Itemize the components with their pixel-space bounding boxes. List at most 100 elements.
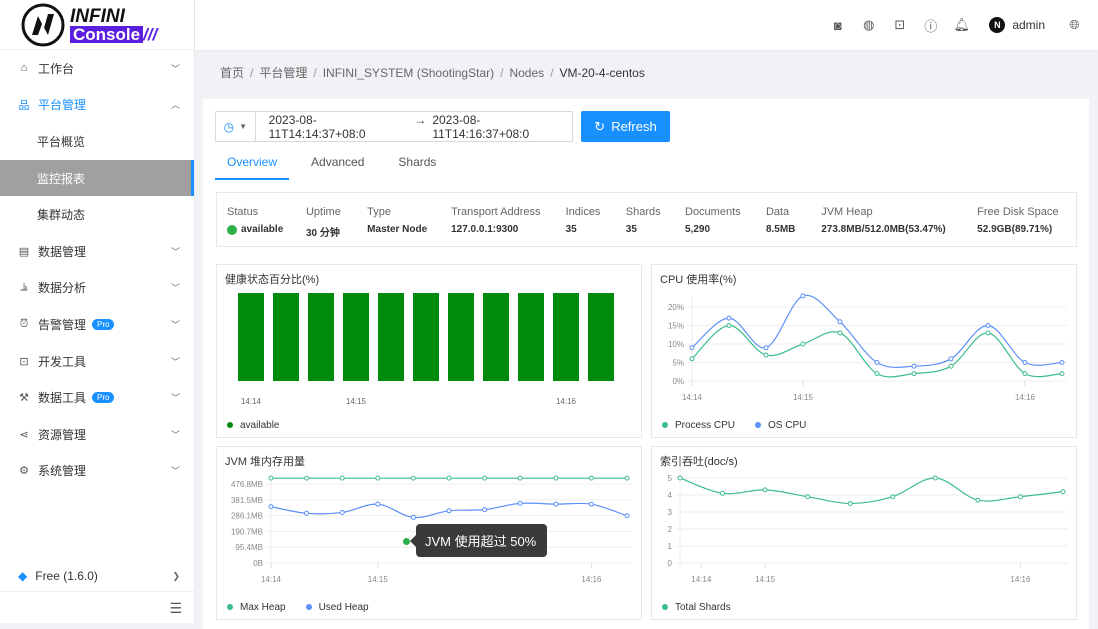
bar [483,293,509,381]
legend-item[interactable]: Max Heap [227,602,286,613]
legend-item[interactable]: Process CPU [662,420,735,431]
breadcrumb-item[interactable]: 平台管理 [259,66,307,80]
sidebar-item[interactable]: ⌂ 工作台 ﹀ [0,50,194,87]
quick-select-button[interactable]: ◷ ▼ [216,112,256,141]
sidebar-item[interactable]: ⚒ 数据工具 Pro ﹀ [0,379,194,416]
sidebar-item[interactable]: ⊡ 开发工具 ﹀ [0,343,194,380]
start-time[interactable]: 2023-08-11T14:14:37+08:0 [269,113,409,141]
stat-item: Transport Address 127.0.0.1:9300 [451,206,566,246]
data-point [410,514,416,520]
version-item[interactable]: ◆ Free (1.6.0) ❯ [0,565,194,587]
terminal-icon[interactable]: ⊡ [884,17,915,33]
tab-shards[interactable]: Shards [386,151,448,180]
username: admin [1012,18,1045,32]
data-point [837,319,843,325]
x-tick-label: 14:15 [793,393,814,402]
refresh-button[interactable]: ↻ Refresh [581,111,670,142]
collapse-menu-icon[interactable]: ☰ [169,600,182,617]
breadcrumb-item[interactable]: INFINI_SYSTEM (ShootingStar) [323,66,494,80]
legend: Process CPU OS CPU [662,420,806,431]
y-tick-label: 381.5MB [231,496,263,505]
chevron-down-icon: ﹀ [170,283,180,294]
github-icon[interactable]: ◍ [853,17,884,33]
data-point [588,475,594,481]
bar [518,293,544,381]
bell-icon[interactable]: 🔔︎ [946,17,977,33]
stat-item: Data 8.5MB [766,206,821,246]
sidebar-item[interactable]: ▤ 数据管理 ﹀ [0,233,194,270]
logo[interactable]: INFINI Console/// [0,0,194,50]
bar [588,293,614,381]
series-line [679,477,1064,505]
x-tick-label: 14:14 [691,575,712,584]
x-tick-label: 14:16 [581,575,602,584]
stat-value: 35 [625,224,637,235]
divider [0,591,194,592]
data-point [911,371,917,377]
data-point [517,500,523,506]
y-tick-label: 1 [668,542,673,551]
legend: available [227,420,279,431]
logo-text-infini: INFINI [70,5,125,27]
stat-label: Data [765,206,790,218]
series-line [691,294,1063,368]
sidebar: INFINI Console/// ⌂ 工作台 ﹀ 品平台管理 ︿ 平台概览监控报表 集群动… [0,0,195,623]
legend-label: Process CPU [675,420,736,431]
legend-label: available [240,420,280,431]
breadcrumb-separator: / [550,66,554,80]
sidebar-item[interactable]: ⋖ 资源管理 ﹀ [0,416,194,453]
version-label: Free (1.6.0) [35,569,98,583]
sidebar-item[interactable]: ⏰︎ 告警管理 Pro ﹀ [0,306,194,343]
tab-advanced[interactable]: Advanced [299,151,376,180]
sidebar-item[interactable]: 集群动态 [0,196,194,233]
legend-item[interactable]: Total Shards [662,602,731,613]
help-icon[interactable]: ⓘ [915,16,946,35]
sidebar-item[interactable]: 品平台管理 ︿ [0,87,194,124]
tool-icon: ⚒ [19,392,29,405]
home-icon: ⌂ [20,62,28,75]
cpu-chart: 0% 5% 10% 15% 20% 14:14 14:15 14:16 [668,293,1067,402]
end-time[interactable]: 2023-08-11T14:16:37+08:0 [432,113,572,141]
legend-item[interactable]: available [227,420,279,431]
tooltip-marker [403,538,410,545]
stat-item: Type Master Node [367,206,451,246]
data-point [339,475,345,481]
globe-icon[interactable]: 🌐︎ [1059,17,1090,33]
tabs: Overview Advanced Shards [215,151,458,180]
x-tick-label: 14:16 [1015,393,1036,402]
stat-item: Uptime 30 分钟 [306,206,367,246]
tab-overview[interactable]: Overview [215,151,290,180]
sidebar-item[interactable]: ⫡ 数据分析 ﹀ [0,270,194,307]
data-point [517,475,523,481]
data-point [763,345,769,351]
bar [273,293,299,381]
y-tick-label: 15% [668,322,684,331]
data-point [762,487,768,493]
sidebar-item[interactable]: 监控报表 [0,159,194,197]
gem-icon: ◆ [18,569,28,583]
logo-slashes: /// [143,24,158,44]
bar [553,293,579,381]
stat-label: Shards [625,206,661,218]
legend-item[interactable]: Used Heap [305,602,369,613]
legend-dot [662,422,668,428]
y-tick-label: 3 [668,508,673,517]
stat-label: Type [367,206,392,218]
legend-item[interactable]: OS CPU [755,420,806,431]
breadcrumb-item[interactable]: Nodes [509,66,544,80]
stat-item: Documents 5,290 [685,206,766,246]
breadcrumb-item[interactable]: 首页 [220,66,244,80]
discord-icon[interactable]: ◙ [822,18,853,33]
chevron-down-icon: ﹀ [170,466,180,477]
avatar: N [989,17,1006,33]
user-menu[interactable]: Nadmin [989,17,1045,33]
status-dot [227,224,237,235]
sidebar-item[interactable]: 平台概览 [0,123,194,160]
time-range-picker[interactable]: ◷ ▼ 2023-08-11T14:14:37+08:0 → 2023-08-11T1… [215,111,573,142]
sidebar-item-label: 开发工具 [38,354,87,369]
sidebar-item[interactable]: ⚙ 系统管理 ﹀ [0,453,194,490]
sidebar-item-label: 数据管理 [38,244,87,259]
sidebar-item-label: 平台概览 [37,134,86,149]
sidebar-item-label: 工作台 [38,61,75,76]
y-tick-label: 286.1MB [231,512,263,521]
